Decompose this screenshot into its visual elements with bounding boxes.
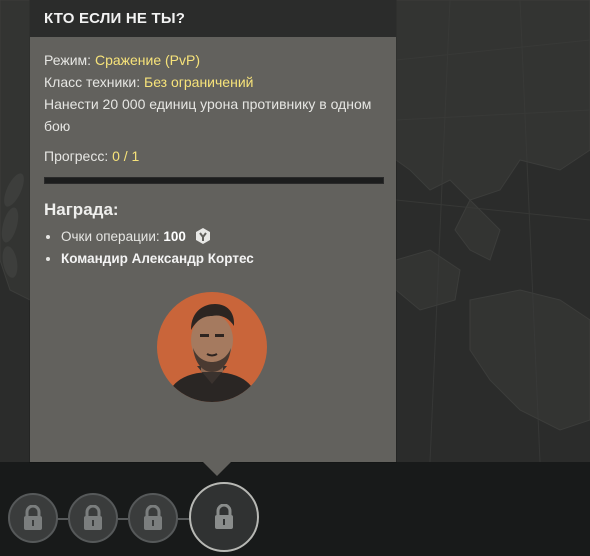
operation-node-4-selected[interactable] <box>189 482 259 552</box>
operation-node-1[interactable] <box>8 493 58 543</box>
vehicle-class-label: Класс техники: <box>44 74 141 90</box>
commander-avatar <box>157 292 267 402</box>
operation-points-icon <box>195 228 210 244</box>
lock-icon <box>24 505 42 530</box>
lock-icon <box>84 505 102 530</box>
node-connector <box>118 518 128 520</box>
progress-row: Прогресс: 0 / 1 <box>44 145 382 167</box>
points-value: 100 <box>163 229 186 244</box>
mission-description: Нанести 20 000 единиц урона противнику в… <box>44 96 372 134</box>
operation-nodes-bar <box>0 462 590 556</box>
mode-value: Сражение (PvP) <box>94 52 201 68</box>
lock-icon <box>215 504 233 529</box>
lock-icon <box>144 505 162 530</box>
vehicle-class-value: Без ограничений <box>144 74 254 90</box>
progress-bar <box>44 177 384 184</box>
progress-value: 0 / 1 <box>112 148 140 164</box>
commander-portrait <box>165 304 259 402</box>
operation-node-3[interactable] <box>128 493 178 543</box>
progress-label: Прогресс: <box>44 148 109 164</box>
vehicle-class-row: Класс техники: Без ограничений <box>44 71 382 93</box>
mission-tooltip-panel: Кто если не ты? Режим: Сражение (PvP) Кл… <box>30 0 396 462</box>
points-label: Очки операции: <box>61 229 160 244</box>
mode-label: Режим: <box>44 52 92 68</box>
mode-row: Режим: Сражение (PvP) <box>44 49 382 71</box>
reward-title: Награда: <box>44 200 119 219</box>
reward-item-points: Очки операции: 100 <box>61 226 382 248</box>
mission-title: Кто если не ты? <box>30 0 396 37</box>
reward-item-commander: Командир Александр Кортес <box>61 248 382 270</box>
commander-name: Командир Александр Кортес <box>61 251 254 266</box>
reward-list: Очки операции: 100 Командир Александр Ко… <box>44 226 382 270</box>
operation-node-2[interactable] <box>68 493 118 543</box>
